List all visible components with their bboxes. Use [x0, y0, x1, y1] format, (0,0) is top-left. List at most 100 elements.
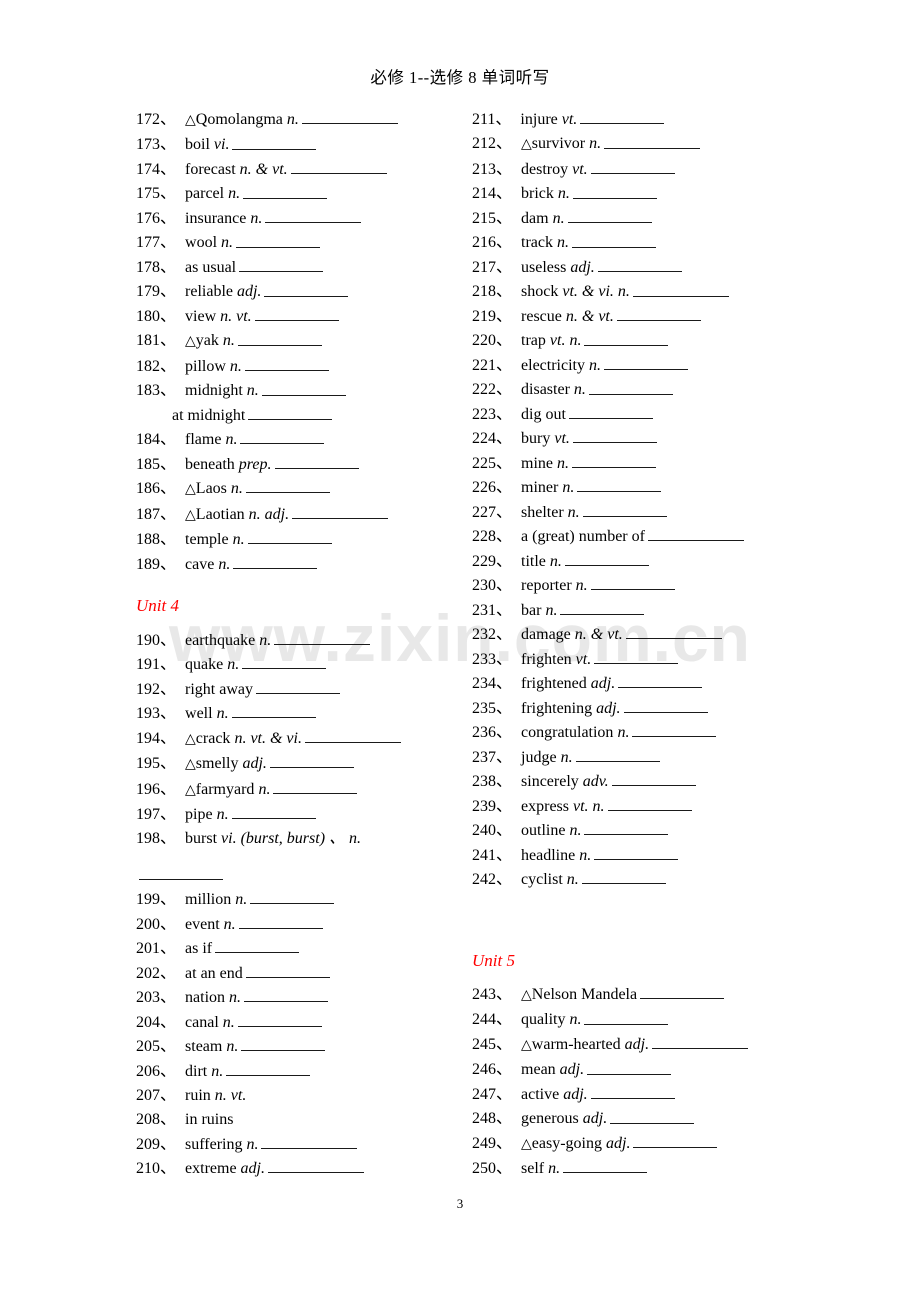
answer-blank[interactable] [572, 452, 657, 468]
entry-number: 228、 [472, 528, 513, 546]
answer-blank[interactable] [582, 501, 667, 517]
vocab-entry: 191、 quake n. [136, 653, 466, 677]
part-of-speech: n. [211, 1062, 224, 1080]
answer-blank[interactable] [301, 108, 398, 125]
answer-blank[interactable] [268, 1157, 364, 1174]
answer-blank[interactable] [604, 132, 701, 149]
part-of-speech: n. [222, 1013, 235, 1031]
answer-blank[interactable] [237, 329, 322, 346]
answer-blank[interactable] [590, 574, 675, 591]
answer-blank[interactable] [244, 986, 329, 1003]
answer-blank[interactable] [607, 795, 692, 811]
entry-term: generous [521, 1110, 579, 1128]
answer-blank[interactable] [640, 983, 725, 1000]
triangle-marker-icon: △ [185, 731, 196, 747]
answer-blank[interactable] [623, 697, 708, 713]
answer-blank[interactable] [618, 672, 703, 689]
answer-blank[interactable] [274, 453, 359, 469]
answer-blank[interactable] [603, 354, 688, 371]
answer-blank[interactable] [250, 888, 335, 905]
answer-blank[interactable] [240, 428, 325, 445]
answer-blank[interactable] [610, 1107, 695, 1124]
answer-blank[interactable] [580, 108, 665, 125]
answer-blank[interactable] [594, 844, 679, 860]
answer-blank[interactable] [265, 207, 362, 224]
answer-blank[interactable] [647, 525, 744, 542]
answer-blank[interactable] [238, 913, 323, 929]
answer-blank[interactable] [139, 864, 223, 880]
answer-blank[interactable] [254, 305, 339, 322]
part-of-speech: vt. n. [549, 332, 582, 350]
answer-blank[interactable] [625, 623, 722, 640]
answer-blank[interactable] [232, 133, 317, 150]
answer-blank[interactable] [572, 182, 657, 199]
answer-blank[interactable] [231, 702, 316, 719]
answer-blank[interactable] [572, 231, 656, 248]
answer-blank[interactable] [611, 770, 696, 787]
answer-blank[interactable] [587, 1058, 672, 1075]
answer-blank[interactable] [568, 403, 653, 419]
answer-blank[interactable] [273, 778, 358, 794]
answer-blank[interactable] [248, 404, 333, 420]
answer-blank[interactable] [563, 1157, 648, 1174]
answer-blank[interactable] [236, 231, 321, 248]
part-of-speech: n. [557, 234, 569, 252]
answer-blank[interactable] [261, 379, 346, 396]
answer-blank[interactable] [244, 355, 329, 372]
answer-blank[interactable] [584, 819, 669, 836]
part-of-speech: vt. & vi. n. [562, 283, 630, 301]
answer-blank[interactable] [575, 746, 660, 762]
answer-blank[interactable] [590, 158, 675, 175]
part-of-speech: n. vt. [214, 1087, 247, 1105]
part-of-speech: n. [575, 577, 588, 595]
answer-blank[interactable] [242, 653, 327, 670]
part-of-speech: adj. [563, 1086, 588, 1104]
answer-blank[interactable] [567, 207, 652, 224]
part-of-speech: n. [579, 846, 592, 864]
answer-blank[interactable] [247, 528, 332, 545]
triangle-marker-icon: △ [521, 1136, 532, 1152]
answer-blank[interactable] [564, 550, 649, 566]
answer-blank[interactable] [264, 280, 349, 297]
page-number: 3 [456, 1196, 464, 1211]
entry-number: 174、 [136, 161, 177, 179]
answer-blank[interactable] [584, 329, 669, 346]
answer-blank[interactable] [215, 937, 300, 954]
vocab-entry: 210、 extreme adj. [136, 1157, 466, 1181]
answer-blank[interactable] [241, 1035, 326, 1052]
answer-blank[interactable] [231, 803, 316, 820]
entry-term: pillow [185, 358, 226, 376]
vocab-entry: 196、 △farmyard n. [136, 778, 466, 803]
answer-blank[interactable] [572, 427, 657, 444]
answer-blank[interactable] [632, 280, 729, 297]
answer-blank[interactable] [560, 599, 645, 615]
answer-blank[interactable] [274, 629, 371, 645]
answer-blank[interactable] [269, 752, 354, 769]
answer-blank[interactable] [577, 476, 662, 493]
answer-blank[interactable] [633, 1132, 718, 1148]
answer-blank[interactable] [590, 1083, 675, 1100]
answer-blank[interactable] [245, 477, 330, 494]
answer-blank[interactable] [226, 1060, 311, 1076]
answer-blank[interactable] [584, 1008, 669, 1025]
answer-blank[interactable] [261, 1133, 358, 1149]
answer-blank[interactable] [581, 868, 666, 885]
answer-blank[interactable] [652, 1033, 749, 1050]
answer-blank[interactable] [597, 256, 682, 273]
answer-blank[interactable] [245, 962, 330, 978]
answer-blank[interactable] [616, 305, 701, 322]
answer-blank[interactable] [594, 648, 679, 664]
entry-term: survivor [531, 135, 586, 153]
answer-blank[interactable] [237, 1011, 322, 1027]
answer-blank[interactable] [256, 678, 340, 694]
answer-blank[interactable] [292, 503, 389, 519]
answer-blank[interactable] [304, 727, 401, 743]
answer-blank[interactable] [233, 553, 318, 569]
answer-blank[interactable] [239, 256, 324, 273]
answer-blank[interactable] [243, 182, 328, 199]
part-of-speech: adj. [236, 283, 262, 301]
answer-blank[interactable] [588, 378, 673, 395]
part-of-speech: n. [573, 381, 586, 399]
answer-blank[interactable] [632, 721, 717, 738]
answer-blank[interactable] [290, 158, 387, 175]
